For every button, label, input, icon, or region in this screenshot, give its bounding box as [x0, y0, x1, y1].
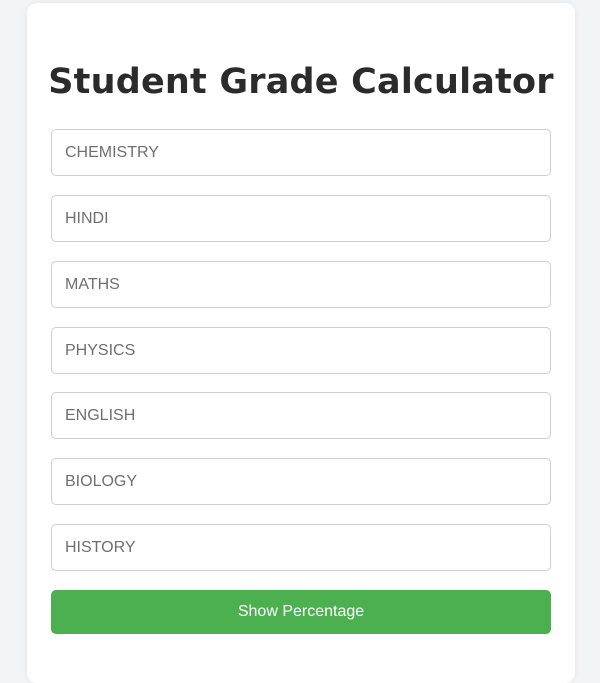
show-percentage-button[interactable]: Show Percentage: [51, 590, 551, 634]
chemistry-input[interactable]: [51, 129, 551, 176]
page-title: Student Grade Calculator: [48, 62, 554, 102]
physics-input[interactable]: [51, 327, 551, 374]
grade-calculator-card: Student Grade Calculator Show Percentage: [27, 3, 575, 683]
maths-input[interactable]: [51, 261, 551, 308]
hindi-input[interactable]: [51, 195, 551, 242]
english-input[interactable]: [51, 392, 551, 439]
history-input[interactable]: [51, 524, 551, 571]
biology-input[interactable]: [51, 458, 551, 505]
